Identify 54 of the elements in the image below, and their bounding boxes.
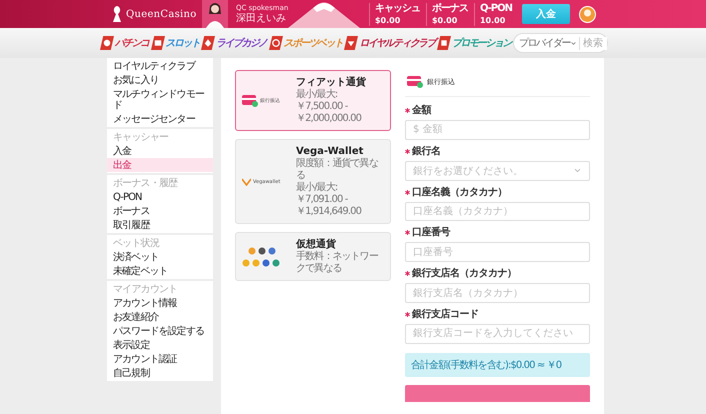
sidebar-item[interactable]: 決済ベット bbox=[107, 250, 213, 264]
sidebar-item[interactable]: 未確定ベット bbox=[107, 264, 213, 278]
balance-label: キャッシュ bbox=[374, 2, 420, 14]
logo-text: QueenCasino bbox=[126, 8, 197, 20]
input-field[interactable]: $ 金額 bbox=[405, 120, 590, 140]
sidebar-item[interactable]: 自己規制 bbox=[107, 366, 213, 380]
section-heading: マイアカウント bbox=[112, 283, 178, 296]
field-label: 銀行名 bbox=[412, 144, 440, 158]
sidebar-item[interactable]: アカウント情報 bbox=[107, 296, 213, 310]
spokesman-name: 深田えいみ bbox=[236, 13, 287, 24]
field-label: 銀行支店名（カタカナ） bbox=[412, 267, 516, 280]
balance-label: Q-PON bbox=[480, 2, 512, 14]
input-field[interactable]: 口座名義（カタカナ） bbox=[405, 202, 590, 222]
sidebar-item[interactable]: 表示設定 bbox=[107, 338, 213, 352]
section-heading: ボーナス・履歴 bbox=[112, 177, 179, 190]
method-title: 仮想通貨 bbox=[296, 238, 337, 250]
method-detail: 限度額：通貨で異なる bbox=[296, 158, 379, 182]
sidebar-item[interactable]: メッセージセンター bbox=[107, 112, 213, 126]
sidebar-item[interactable]: ロイヤルティクラブ bbox=[107, 59, 213, 73]
sidebar-item[interactable]: ボーナス bbox=[107, 204, 213, 218]
section-heading: ベット状況 bbox=[112, 236, 160, 250]
method-title: Vega-Wallet bbox=[296, 145, 364, 158]
input-field[interactable]: 銀行支店コードを入力してください bbox=[405, 324, 590, 344]
field-label: 金額 bbox=[412, 104, 431, 117]
category-link[interactable]: パチンコ bbox=[100, 36, 149, 50]
method-detail: 最小/最大: ￥7,500.00 - ￥2,000,000.00 bbox=[296, 89, 362, 125]
field-label: 口座番号 bbox=[412, 226, 450, 240]
provider-dropdown[interactable]: プロバイダー bbox=[518, 36, 577, 50]
payment-method-card[interactable]: 仮想通貨 手数料：ネットワークで異なる bbox=[235, 232, 391, 281]
sidebar-item[interactable]: マルチウィンドウモード bbox=[107, 87, 213, 112]
sidebar-item[interactable]: アカウント認証 bbox=[107, 352, 213, 366]
sidebar-item[interactable]: Q-PON bbox=[107, 190, 213, 204]
input-field[interactable]: 銀行支店名（カタカナ） bbox=[405, 283, 590, 303]
sidebar-item[interactable]: 入金 bbox=[107, 144, 213, 158]
sidebar-item[interactable]: パスワードを設定する bbox=[107, 324, 213, 338]
field-label: 銀行支店コード bbox=[412, 308, 478, 321]
category-link[interactable]: ロイヤルティクラブ bbox=[344, 36, 436, 50]
field-label: 口座名義（カタカナ） bbox=[412, 186, 507, 199]
balance-value: $0.00 bbox=[432, 14, 458, 26]
input-field[interactable]: 口座番号 bbox=[405, 242, 590, 262]
sidebar-item[interactable]: 取引履歴 bbox=[107, 218, 213, 232]
balance-value: $0.00 bbox=[374, 14, 400, 26]
method-detail: 最小/最大: ￥7,091.00 - ￥1,914,649.00 bbox=[296, 182, 362, 218]
section-heading: キャッシャー bbox=[112, 131, 170, 144]
sidebar-item[interactable]: お友達紹介 bbox=[107, 310, 213, 324]
sidebar-item[interactable]: 出金 bbox=[107, 158, 213, 172]
method-detail: 手数料：ネットワークで異なる bbox=[296, 251, 380, 275]
sidebar-item[interactable]: お気に入り bbox=[107, 73, 213, 87]
balance-value: 10.00 bbox=[480, 14, 506, 26]
category-link[interactable]: ライブカジノ bbox=[201, 36, 267, 50]
method-title: フィアット通貨 bbox=[296, 76, 367, 88]
search-field[interactable]: 検索 bbox=[578, 36, 607, 50]
balance-label: ボーナス bbox=[432, 2, 468, 14]
total-amount: 合計金額(手数料を含む):$0.00 ≈ ￥0 bbox=[405, 352, 590, 377]
